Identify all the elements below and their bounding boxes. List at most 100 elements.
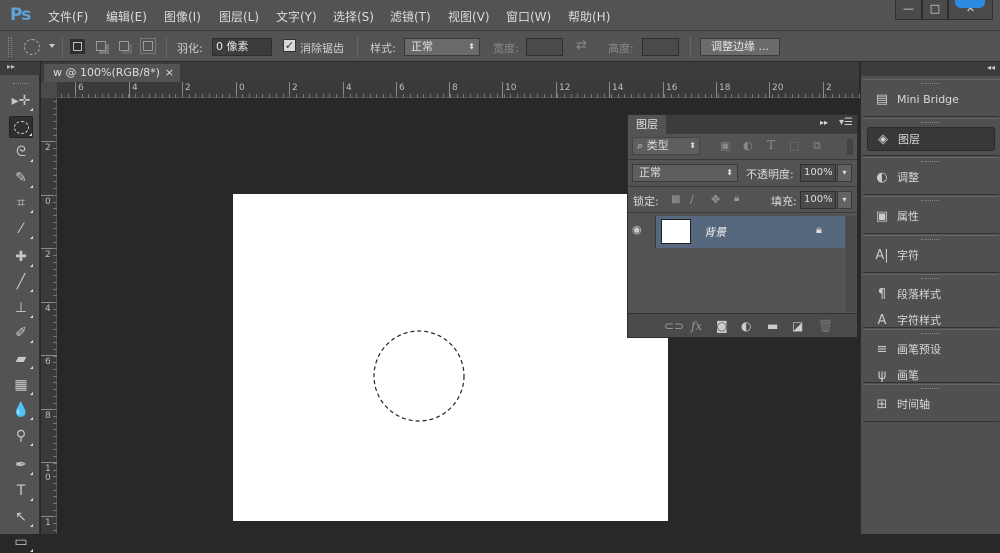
add-mask-icon[interactable]: ◙ (716, 319, 728, 333)
opacity-input[interactable]: 100% (800, 164, 836, 182)
width-input[interactable] (526, 38, 563, 56)
layers-tab[interactable]: 图层 (628, 115, 666, 134)
lock-position-icon[interactable]: ✥ (711, 193, 720, 206)
type-tool[interactable]: T (9, 480, 33, 502)
panel-menu-icon[interactable]: ▾☰ (839, 117, 853, 128)
gradient-tool[interactable]: ▦ (9, 374, 33, 396)
fill-dropdown-icon[interactable]: ▾ (837, 191, 852, 209)
dodge-tool[interactable]: ⚲ (9, 425, 33, 447)
dock-item-character[interactable]: A| 字符 (867, 244, 995, 268)
new-selection-button[interactable] (69, 38, 86, 55)
dock-item-mini-bridge[interactable]: ▤ Mini Bridge (867, 88, 995, 112)
swap-width-height-icon[interactable]: ⇄ (576, 38, 587, 53)
elliptical-marquee-tool[interactable]: ◯ (9, 115, 33, 138)
eraser-tool[interactable]: ▰ (9, 348, 33, 370)
menu-file[interactable]: 文件(F) (48, 8, 88, 25)
blend-mode-select[interactable]: 正常 ⬍ (632, 164, 738, 182)
menu-filter[interactable]: 滤镜(T) (390, 8, 431, 25)
lock-transparent-pixels-icon[interactable]: ▩ (671, 194, 680, 205)
dock-group-grip[interactable] (921, 200, 939, 202)
new-group-icon[interactable]: ▬ (767, 319, 778, 333)
dock-item-properties[interactable]: ▣ 属性 (867, 205, 995, 229)
document-tab[interactable]: w @ 100%(RGB/8*) × (44, 64, 180, 82)
layers-scrollbar[interactable] (846, 216, 857, 312)
menu-image[interactable]: 图像(I) (164, 8, 201, 25)
blur-tool[interactable]: 💧 (9, 399, 33, 421)
collapse-dock-icon[interactable]: ◂◂ (987, 63, 995, 72)
dock-group-grip[interactable] (921, 388, 939, 390)
opacity-dropdown-icon[interactable]: ▾ (837, 164, 852, 182)
clone-stamp-tool[interactable]: ⊥ (9, 297, 33, 319)
tool-preset-dropdown-icon[interactable] (49, 44, 55, 48)
document-canvas[interactable] (233, 194, 668, 521)
dock-item-paragraph-styles[interactable]: ¶ 段落样式 (867, 283, 995, 307)
ruler-origin[interactable] (41, 82, 57, 98)
layer-filter-select[interactable]: ⌕ 类型 ⬍ (632, 137, 700, 155)
crop-tool[interactable]: ⌗ (9, 192, 33, 214)
filter-type-layers-icon[interactable]: T (767, 138, 775, 152)
dodge-icon: ⚲ (15, 427, 27, 444)
dock-group-grip[interactable] (921, 333, 939, 335)
fill-input[interactable]: 100% (800, 191, 836, 209)
maximize-button[interactable]: □ (922, 0, 948, 20)
collapse-tools-icon[interactable]: ▸▸ (0, 62, 40, 75)
add-to-selection-button[interactable] (93, 38, 110, 55)
path-selection-tool[interactable]: ↖ (9, 506, 33, 528)
ruler-minor-tick (530, 94, 532, 98)
layer-visibility-eye-icon[interactable]: ◉ (632, 223, 642, 236)
filter-adjustment-layers-icon[interactable]: ◐ (743, 139, 753, 152)
dock-group-grip[interactable] (921, 122, 939, 124)
close-document-icon[interactable]: × (165, 64, 174, 82)
subtract-from-selection-button[interactable] (116, 38, 133, 55)
lock-all-icon[interactable]: 🔒︎ (734, 193, 739, 204)
menu-edit[interactable]: 编辑(E) (106, 8, 147, 25)
history-brush-tool[interactable]: ✐ (9, 322, 33, 344)
height-input[interactable] (642, 38, 679, 56)
menu-help[interactable]: 帮助(H) (568, 8, 610, 25)
dock-item-timeline[interactable]: ⊞ 时间轴 (867, 393, 995, 417)
link-layers-icon[interactable]: ⊂⊃ (664, 319, 684, 333)
dock-group-grip[interactable] (921, 239, 939, 241)
minimize-button[interactable]: — (895, 0, 922, 20)
ruler-minor-tick (53, 469, 57, 471)
healing-brush-tool[interactable]: ✚ (9, 246, 33, 268)
quick-selection-tool[interactable]: ✎ (9, 167, 33, 189)
filter-shape-layers-icon[interactable]: ⬚ (789, 139, 799, 152)
menu-window[interactable]: 窗口(W) (506, 8, 551, 25)
menu-type[interactable]: 文字(Y) (276, 8, 317, 25)
dock-item-brush-presets[interactable]: ≡ 画笔预设 (867, 338, 995, 362)
eyedropper-tool[interactable]: ⁄ (9, 218, 33, 240)
collapse-panel-icon[interactable]: ▸▸ (820, 118, 828, 127)
layer-style-fx-icon[interactable]: fx (691, 319, 702, 333)
layer-name[interactable]: 背景 (704, 224, 726, 240)
new-adjustment-layer-icon[interactable]: ◐ (741, 319, 751, 333)
mini-bridge-icon: ▤ (875, 92, 889, 107)
intersect-selection-button[interactable] (140, 38, 157, 55)
delete-layer-icon[interactable]: 🗑︎ (818, 319, 833, 333)
lasso-tool[interactable]: ᘓ (9, 141, 33, 163)
dock-group-grip[interactable] (921, 161, 939, 163)
filter-pixel-layers-icon[interactable]: ▣ (720, 139, 730, 152)
dock-group-grip[interactable] (921, 83, 939, 85)
brush-tool[interactable]: ╱ (9, 271, 33, 293)
style-select[interactable]: 正常 ⬍ (404, 38, 480, 56)
filter-toggle[interactable] (847, 139, 853, 155)
dock-group-grip[interactable] (921, 278, 939, 280)
refine-edge-button[interactable]: 调整边缘 ... (700, 38, 780, 56)
new-layer-icon[interactable]: ◪ (792, 319, 803, 333)
antialias-checkbox[interactable]: ✓ (283, 39, 296, 52)
layer-row-background[interactable]: 背景 🔒︎ (656, 216, 845, 248)
ruler-minor-tick (168, 94, 170, 98)
menu-layer[interactable]: 图层(L) (219, 8, 259, 25)
dock-item-adjustments[interactable]: ◐ 调整 (867, 166, 995, 190)
dock-item-layers[interactable]: ◈ 图层 (867, 127, 995, 151)
lock-image-pixels-icon[interactable]: ∕ (690, 193, 694, 206)
pen-tool[interactable]: ✒ (9, 454, 33, 476)
tool-preset-ellipse-icon[interactable] (24, 39, 40, 55)
filter-smart-objects-icon[interactable]: ⧉ (813, 139, 821, 153)
menu-select[interactable]: 选择(S) (333, 8, 374, 25)
move-tool[interactable]: ▸✛ (9, 90, 33, 112)
feather-input[interactable]: 0 像素 (212, 38, 272, 56)
shape-tool[interactable]: ▭ (9, 531, 33, 553)
menu-view[interactable]: 视图(V) (448, 8, 490, 25)
